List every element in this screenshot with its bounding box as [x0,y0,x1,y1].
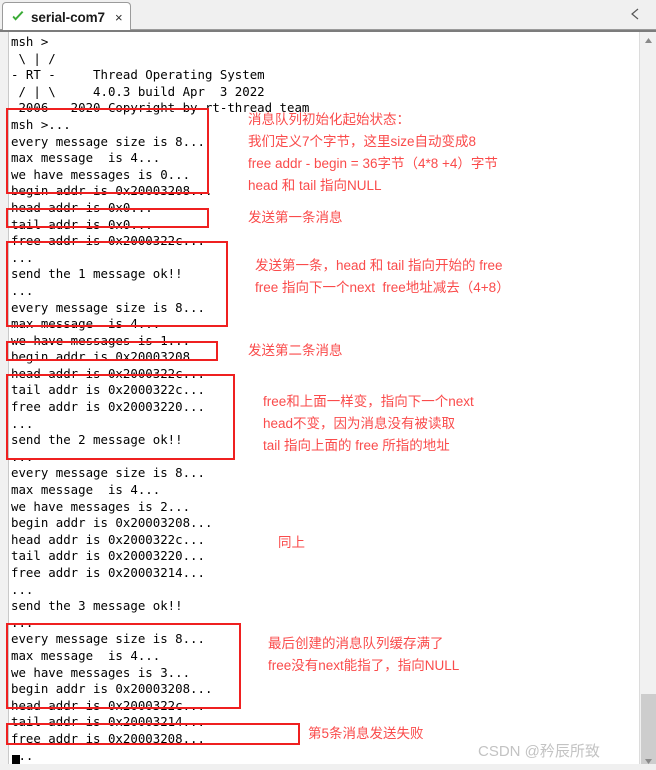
csdn-watermark: CSDN @矜辰所致 [478,743,600,760]
terminal-gutter [0,32,9,770]
terminal-line: begin addr is 0x20003208... [11,515,213,531]
annotation-init-null: head 和 tail 指向NULL [248,178,382,193]
terminal-line: head addr is 0x2000322c... [11,531,205,547]
terminal-line: max message is 4... [11,316,161,332]
tab-label: serial-com7 [31,9,105,25]
serial-terminal-window: serial-com7 × msh > \ | / - RT - Thread O… [0,0,656,770]
annotation-after-msg1-free: free 指向下一个next free地址减去（4+8） [255,280,510,295]
terminal-line: tail addr is 0x20003214... [11,714,205,730]
terminal-line: / | \ 4.0.3 build Apr 3 2022 [11,83,265,99]
tab-serial-com7[interactable]: serial-com7 × [2,2,131,31]
annotation-init-state: 消息队列初始化起始状态： [248,112,410,127]
terminal-line: ... [11,614,34,630]
terminal-line: msh > [11,34,49,49]
terminal-line: head addr is 0x2000322c... [11,697,205,713]
terminal-line: we have messages is 2... [11,498,191,514]
terminal-line: max message is 4... [11,647,161,663]
terminal-line: ... [11,581,34,597]
tab-bar: serial-com7 × [0,0,656,31]
terminal-line: send the 3 message ok!! [11,598,183,614]
annotation-after-msg2-free: free和上面一样变，指向下一个next [263,394,474,409]
annotation-queue-full-b: free没有next能指了，指向NULL [268,658,460,673]
collapse-left-icon[interactable] [626,5,644,23]
annotation-after-msg1-head-tail: 发送第一条，head 和 tail 指向开始的 free [255,258,503,273]
annotation-after-msg2-head: head不变，因为消息没有被读取 [263,416,456,431]
terminal-line: - RT - Thread Operating System [11,67,265,83]
terminal-line: every message size is 8... [11,299,205,315]
terminal-line: begin addr is 0x20003208... [11,681,213,697]
window-bottom-strip [0,764,656,770]
terminal-line: \ | / [11,50,56,66]
terminal-line: tail addr is 0x20003220... [11,548,205,564]
terminal-line: ... [11,747,34,763]
annotation-same-as-above: 同上 [278,535,305,550]
terminal-line: we have messages is 3... [11,664,191,680]
annotation-send-5-failed: 第5条消息发送失败 [308,726,424,741]
annotation-send-1: 发送第一条消息 [248,210,343,225]
annotation-send-2: 发送第二条消息 [248,343,343,358]
annotation-init-size: 我们定义7个字节，这里size自动变成8 [248,134,477,149]
annotation-init-free: free addr - begin = 36字节（4*8 +4）字节 [248,156,498,171]
close-icon[interactable]: × [115,11,123,24]
annotation-after-msg2-tail: tail 指向上面的 free 所指的地址 [263,438,450,453]
terminal-line: free addr is 0x20003214... [11,565,205,580]
check-icon [11,10,25,24]
terminal-line: every message size is 8... [11,465,205,481]
terminal-line: max message is 4... [11,482,161,498]
terminal-line: head addr is 0x2000322c... [11,365,205,381]
annotation-queue-full-a: 最后创建的消息队列缓存满了 [268,636,444,651]
scroll-up-icon[interactable] [640,32,656,49]
terminal-line: free addr is 0x2000322c... [11,233,205,249]
vertical-scrollbar[interactable] [639,32,656,770]
terminal-line: free addr is 0x20003208... [11,730,205,746]
terminal-line: every message size is 8... [11,631,205,647]
